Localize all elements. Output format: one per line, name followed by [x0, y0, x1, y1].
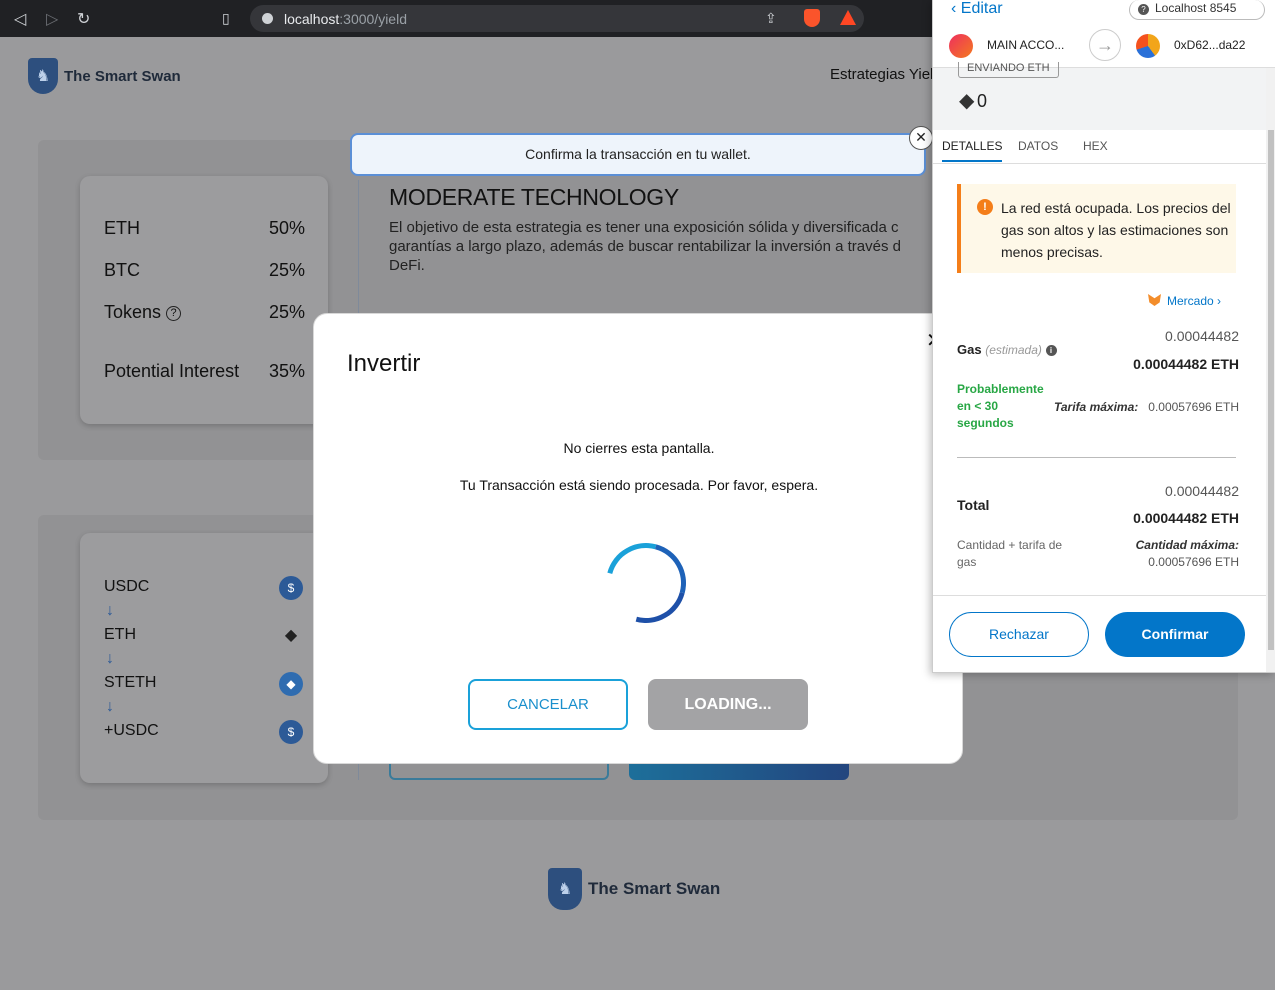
arrow-down-icon: ↓	[106, 698, 114, 715]
swan-shield-icon: ♞	[548, 868, 582, 910]
account-avatar	[949, 34, 973, 58]
edit-link[interactable]: ‹ Editar	[951, 0, 1003, 18]
allocation-value: 50%	[269, 218, 306, 238]
gas-label: Gas (estimada) i	[957, 342, 1057, 357]
strategy-title: MODERATE TECHNOLOGY	[389, 184, 679, 210]
gas-fiat: 0.00044482	[1165, 328, 1239, 344]
metamask-fox-icon	[1148, 294, 1161, 306]
close-icon[interactable]: ✕	[909, 126, 933, 150]
brand-name: The Smart Swan	[64, 67, 181, 85]
invest-modal: Invertir ✕ No cierres esta pantalla. Tu …	[313, 313, 963, 764]
transaction-header: ENVIANDO ETH ◆ 0	[933, 62, 1266, 130]
site-logo[interactable]: ♞ The Smart Swan	[28, 58, 181, 94]
wallet-confirm-toast: Confirma la transacción en tu wallet.	[350, 133, 926, 176]
tab-hex[interactable]: HEX	[1083, 139, 1108, 153]
share-icon[interactable]: ⇪	[765, 10, 777, 27]
cancel-button[interactable]: CANCELAR	[468, 679, 628, 730]
from-account[interactable]: MAIN ACCO...	[987, 38, 1064, 52]
back-icon[interactable]: ◁	[14, 9, 26, 29]
brave-shields-icon[interactable]	[804, 9, 820, 27]
arrow-down-icon: ↓	[106, 602, 114, 619]
warning-icon: !	[977, 199, 993, 215]
network-busy-warning: ! La red está ocupada. Los precios del g…	[957, 184, 1236, 273]
chevron-right-icon: ›	[1217, 294, 1222, 308]
info-icon[interactable]: i	[1045, 345, 1057, 356]
swan-shield-icon: ♞	[28, 58, 58, 94]
allocation-name: Potential Interest	[104, 361, 240, 381]
allocation-value: 25%	[269, 260, 306, 280]
route-token: USDC	[104, 578, 150, 595]
scrollbar-thumb[interactable]	[1268, 130, 1274, 650]
max-amount: Cantidad máxima: 0.00057696 ETH	[1135, 538, 1239, 569]
loading-spinner	[591, 528, 701, 638]
to-account[interactable]: 0xD62...da22	[1174, 38, 1245, 52]
brand-name: The Smart Swan	[588, 879, 721, 898]
nav-strategies[interactable]: Estrategias Yiel	[830, 66, 933, 83]
divider	[957, 457, 1236, 458]
usdc-icon: $	[279, 720, 303, 744]
allocation-name: ETH	[104, 218, 140, 238]
send-amount: 0	[977, 91, 988, 111]
route-token: +USDC	[104, 722, 159, 739]
total-value: 0.00044482 ETH	[1133, 510, 1239, 526]
arrow-right-icon: →	[1089, 29, 1121, 61]
tabs: DETALLES DATOS HEX	[933, 130, 1266, 164]
divider	[933, 595, 1266, 596]
metamask-popup: ‹ Editar ? Localhost 8545 MAIN ACCO... → …	[932, 0, 1275, 673]
address-bar[interactable]: localhost:3000/yield ⇪	[250, 5, 864, 32]
sending-badge: ENVIANDO ETH	[958, 62, 1059, 78]
modal-title: Invertir	[347, 350, 421, 377]
eth-icon: ◆	[959, 90, 975, 112]
scrollbar[interactable]	[1266, 68, 1275, 672]
reject-button[interactable]: Rechazar	[949, 612, 1089, 657]
total-fiat: 0.00044482	[1165, 483, 1239, 499]
strategy-description: El objetivo de esta estrategia es tener …	[389, 219, 901, 274]
help-icon[interactable]: ?	[166, 305, 182, 321]
modal-message: Tu Transacción está siendo procesada. Po…	[459, 477, 819, 493]
usdc-icon: $	[279, 576, 303, 600]
bookmark-icon[interactable]: ▯	[222, 10, 230, 27]
route-token: ETH	[104, 626, 136, 643]
tab-data[interactable]: DATOS	[1018, 139, 1058, 153]
gas-timing: Probablemente en < 30 segundos	[957, 382, 1044, 430]
total-label: Total	[957, 497, 990, 513]
steth-icon: ◆	[279, 672, 303, 696]
route-card	[80, 533, 328, 783]
allocation-value: 35%	[269, 361, 306, 381]
network-selector[interactable]: ? Localhost 8545	[1129, 0, 1265, 20]
route-token: STETH	[104, 674, 157, 691]
eth-icon: ◆	[284, 627, 298, 644]
site-info-icon[interactable]	[262, 13, 273, 24]
allocation-name: BTC	[104, 260, 140, 280]
tab-details[interactable]: DETALLES	[942, 139, 1003, 162]
modal-message: No cierres esta pantalla.	[563, 440, 715, 456]
footer-logo[interactable]: ♞ The Smart Swan	[548, 868, 720, 910]
gas-value: 0.00044482 ETH	[1133, 356, 1239, 372]
account-avatar	[1136, 34, 1160, 58]
allocation-value: 25%	[269, 302, 306, 322]
amount-gas-label: Cantidad + tarifa de gas	[957, 538, 1063, 569]
loading-button[interactable]: LOADING...	[648, 679, 808, 730]
max-fee: Tarifa máxima: 0.00057696 ETH	[1054, 400, 1239, 414]
confirm-button[interactable]: Confirmar	[1105, 612, 1245, 657]
network-icon: ?	[1138, 4, 1149, 15]
arrow-down-icon: ↓	[106, 650, 114, 667]
market-link[interactable]: Mercado ›	[1148, 294, 1221, 308]
brave-rewards-icon[interactable]	[840, 10, 856, 25]
allocation-name: Tokens ?	[104, 302, 182, 323]
chevron-left-icon: ‹	[951, 0, 957, 17]
allocation-card	[80, 176, 328, 424]
forward-icon[interactable]: ▷	[46, 9, 58, 29]
reload-icon[interactable]: ↻	[77, 9, 90, 29]
url-text: localhost:3000/yield	[284, 11, 407, 27]
